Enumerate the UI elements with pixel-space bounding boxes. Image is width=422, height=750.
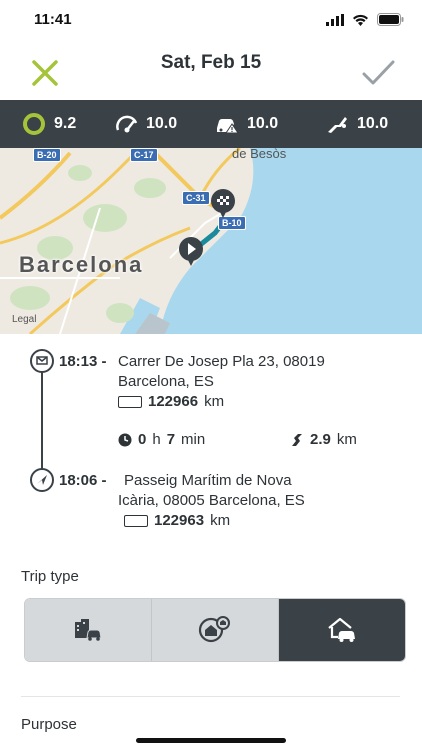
section-divider <box>21 696 400 697</box>
wifi-icon <box>353 14 368 26</box>
score-value: 9.2 <box>54 115 77 132</box>
score-overall[interactable]: 9.2 <box>22 100 76 148</box>
signal-icon <box>326 13 344 26</box>
home-indicator <box>136 738 286 743</box>
start-marker-icon <box>179 237 203 266</box>
map-canvas <box>0 148 422 334</box>
speedometer-icon <box>116 115 138 133</box>
score-attention[interactable]: 10.0 <box>215 100 278 148</box>
clock-icon <box>118 433 132 447</box>
trip-distance: 2.9 km <box>290 430 357 450</box>
district-label: de Besòs <box>232 148 287 161</box>
score-value: 10.0 <box>146 115 178 132</box>
odometer-icon <box>124 515 148 527</box>
trip-start-odometer: 122963 km <box>124 511 305 531</box>
road-label: C-17 <box>130 148 158 162</box>
map-legal-link[interactable]: Legal <box>12 314 36 325</box>
city-label: Barcelona <box>19 252 144 277</box>
road-label: B-10 <box>218 216 246 230</box>
trip-type-label: Trip type <box>21 568 79 585</box>
finish-marker-icon <box>211 189 235 218</box>
checkmark-icon[interactable] <box>360 56 396 90</box>
score-braking[interactable]: 10.0 <box>325 100 388 148</box>
nav-bar: Sat, Feb 15 <box>0 44 422 100</box>
trip-end-time: 18:13 - <box>59 353 107 370</box>
battery-icon <box>377 13 404 26</box>
trip-start-address: Passeig Marítim de Nova Icària, 08005 Ba… <box>118 472 305 531</box>
finish-flag-icon <box>30 349 54 373</box>
score-ring-icon <box>23 113 45 135</box>
score-bar: 9.2 10.0 10.0 10.0 <box>0 100 422 148</box>
braking-icon <box>328 117 347 133</box>
trip-type-selector <box>24 598 406 662</box>
private-icon <box>328 617 355 642</box>
trip-end-address: Carrer De Josep Pla 23, 08019 Barcelona,… <box>118 353 325 412</box>
trip-details: 18:13 - Carrer De Josep Pla 23, 08019 Ba… <box>0 334 422 554</box>
trip-start-time: 18:06 - <box>59 472 107 489</box>
score-value: 10.0 <box>247 115 279 132</box>
home-work-icon <box>198 616 230 643</box>
road-label: C-31 <box>182 191 210 205</box>
start-arrow-icon <box>30 468 54 492</box>
road-distance-icon <box>292 434 302 446</box>
status-bar: 11:41 <box>0 0 422 44</box>
trip-end-odometer: 122966 km <box>118 392 325 412</box>
score-value: 10.0 <box>357 115 389 132</box>
score-speeding[interactable]: 10.0 <box>116 100 177 148</box>
timeline-line <box>41 370 43 470</box>
road-label: B-20 <box>33 148 61 162</box>
status-time: 11:41 <box>34 11 72 28</box>
odometer-icon <box>118 396 142 408</box>
car-warning-icon <box>217 119 239 134</box>
trip-type-business[interactable] <box>25 599 152 661</box>
trip-type-private[interactable] <box>279 599 405 661</box>
trip-duration: 0 h 7 min <box>118 430 205 450</box>
page-title: Sat, Feb 15 <box>160 52 262 73</box>
trip-map[interactable]: B-20 C-17 C-31 B-10 de Besòs Barcelona L… <box>0 148 422 334</box>
status-icons <box>326 13 404 26</box>
purpose-label: Purpose <box>21 716 77 733</box>
business-icon <box>75 619 102 641</box>
trip-type-commute[interactable] <box>152 599 279 661</box>
